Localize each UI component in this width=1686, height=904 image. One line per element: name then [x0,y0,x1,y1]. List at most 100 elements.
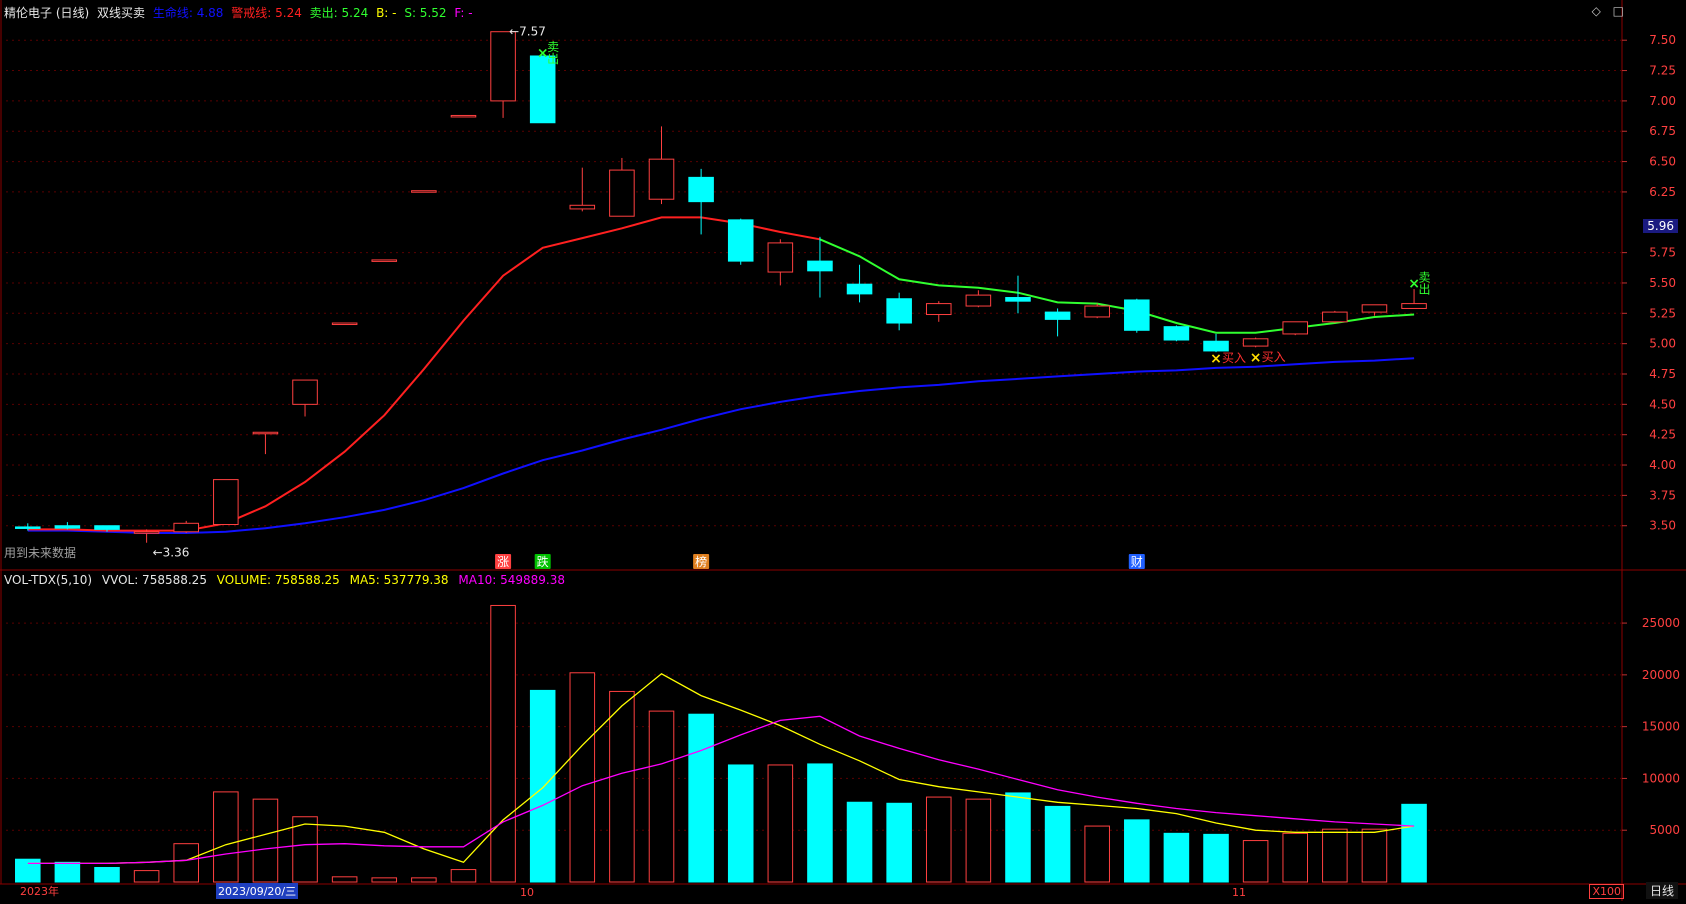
candle-body [1282,321,1309,335]
candle-body [807,260,833,272]
volume-tick-label: 25000 [1642,616,1680,630]
candle-body [15,526,41,529]
price-series-line [27,216,821,532]
volume-bar [371,877,398,883]
candle-body [173,522,199,533]
candle-body [54,525,81,529]
candle-body [1203,340,1229,352]
volume-scale: X100 [1589,884,1624,899]
current-price-tag: 5.96 [1643,219,1678,233]
volume-bar [173,843,199,883]
price-tick-label: 4.75 [1649,367,1676,381]
chart-root: 7.50 7.25 7.00 6.75 6.50 6.25 5.75 5.50 5.25 5.00… [0,0,1686,901]
signal-label: 卖出 [546,40,560,64]
volume-bar [94,867,120,883]
top-right-icons: ◇ □ [1584,4,1624,18]
price-tick-label: 5.50 [1649,276,1676,290]
price-tick-label: 4.25 [1649,428,1676,442]
candle-body [1005,297,1031,302]
candle-body [529,55,556,124]
date-year: 2023年 [20,885,59,898]
volume-bar [411,877,437,883]
volume-tick-label: 20000 [1642,668,1680,682]
candle-body [648,158,675,200]
volume-bar [688,713,714,883]
signal-marker: × [1210,351,1222,367]
candle-body [292,379,318,405]
extreme-label: ←3.36 [153,546,190,560]
volume-bar [846,801,873,883]
candle-body [1361,304,1388,313]
candle-body [925,303,952,316]
price-tick-label: 6.25 [1649,185,1676,199]
candle-body [1124,299,1150,331]
extreme-label: ←7.57 [509,25,546,39]
volume-bar [1242,840,1269,883]
indicator-name[interactable]: 双线买卖 [97,6,145,20]
candle-body [133,531,160,534]
vol-volume: VOLUME: 758588.25 [216,573,340,587]
event-tag-label: 跌 [537,554,549,569]
candle-body [1044,311,1071,320]
price-tick-label: 7.50 [1649,33,1676,47]
candle-body [727,219,754,262]
volume-bar [1282,832,1309,883]
candle-body [371,259,398,262]
vol-indicator-name[interactable]: VOL-TDX(5,10) [4,573,92,587]
legend-warn-line: 警戒线: 5.24 [231,6,302,20]
volume-bar [886,802,912,883]
kline-chart[interactable]: 7.50 7.25 7.00 6.75 6.50 6.25 5.75 5.50 5.25 5.00… [0,0,1686,901]
vol-vvol: VVOL: 758588.25 [101,573,207,587]
stock-title[interactable]: 精伦电子 (日线) [4,6,89,20]
candle-body [1163,326,1190,341]
volume-bar [965,798,992,883]
volume-bar [490,604,516,883]
volume-bar [450,869,477,883]
legend-b: B: - [376,6,397,20]
volume-bar [54,861,81,883]
volume-bar [529,689,556,883]
candle-body [1242,338,1269,347]
diamond-icon[interactable]: ◇ [1592,4,1601,18]
volume-legend: VOL-TDX(5,10) VVOL: 758588.25 VOLUME: 75… [4,573,571,587]
volume-bar [648,710,675,883]
price-tick-label: 5.25 [1649,306,1676,320]
volume-tick-label: 5000 [1649,823,1680,837]
volume-bar [1005,792,1031,883]
volume-bar [15,858,41,883]
volume-bar [133,870,160,883]
volume-bar [1322,828,1348,883]
volume-bar [213,791,239,883]
event-tag-label: 涨 [497,554,509,569]
price-tick-label: 6.50 [1649,155,1676,169]
volume-bar [1361,828,1388,883]
date-month-11: 11 [1232,886,1246,899]
volume-bar [727,764,754,883]
volume-bar [767,764,794,883]
volume-bar [1401,803,1427,883]
vol-ma5: MA5: 537779.38 [349,573,449,587]
price-tick-label: 4.00 [1649,458,1676,472]
candle-body [886,298,912,324]
candle-body [331,322,358,326]
period-label[interactable]: 日线 [1645,882,1678,899]
square-icon[interactable]: □ [1613,4,1624,18]
candle-body [767,242,794,273]
price-tick-label: 4.50 [1649,397,1676,411]
event-tag-label: 榜 [695,554,707,569]
volume-bar [807,763,833,883]
volume-bar [1163,832,1190,883]
volume-bar [925,796,952,883]
volume-bar [252,798,279,883]
candle-body [411,190,437,193]
volume-bar [331,876,358,883]
candle-body [450,114,477,118]
candle-body [688,176,714,203]
candle-body [965,294,992,307]
candle-body [1322,311,1348,323]
candle-body [1084,305,1110,318]
price-tick-label: 3.50 [1649,519,1676,533]
price-tick-label: 6.75 [1649,124,1676,138]
future-data-note: 用到未来数据 [4,546,77,560]
volume-bar [609,690,635,883]
